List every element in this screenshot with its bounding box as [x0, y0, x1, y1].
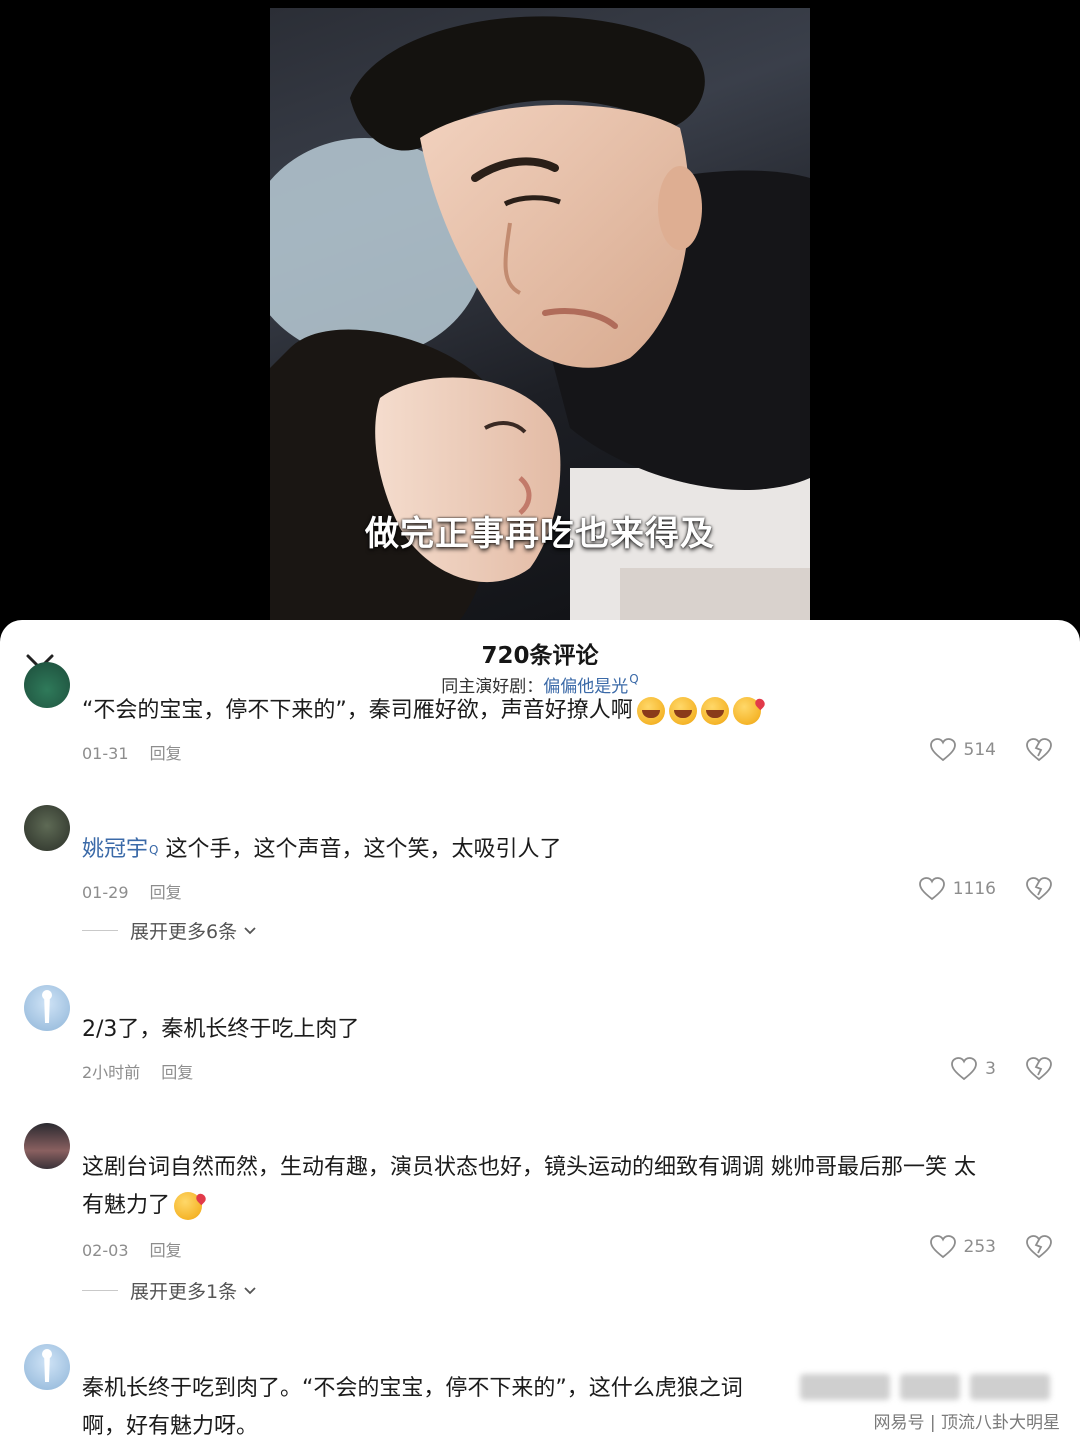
expand-replies-label: 展开更多6条: [130, 921, 238, 943]
cry-laugh-emoji: [700, 697, 729, 725]
like-button[interactable]: 253: [929, 1235, 996, 1259]
like-button[interactable]: 514: [929, 738, 996, 762]
comment-date: 2小时前: [82, 1063, 141, 1082]
heart-icon: [918, 877, 945, 901]
avatar-figure-icon: [42, 990, 52, 1023]
heart-icon: [929, 1235, 956, 1259]
comment-body: 2/3了，秦机长终于吃上肉了: [82, 1017, 360, 1042]
comment-text: 姚冠宇Q 这个手，这个声音，这个笑，太吸引人了: [82, 831, 1057, 869]
like-count: 1116: [952, 879, 996, 899]
comment-text: 这剧台词自然而然，生动有趣，演员状态也好，镜头运动的细致有调调 姚帅哥最后那一笑…: [82, 1149, 1057, 1225]
divider-line: [82, 930, 118, 931]
sheet-header: 720条评论 同主演好剧：偏偏他是光Q: [0, 620, 1080, 700]
blur-block: [800, 1374, 890, 1400]
comment-meta: 01-31 回复: [82, 740, 198, 764]
broken-heart-icon[interactable]: [1026, 738, 1052, 762]
comment-meta: 2小时前 回复: [82, 1059, 209, 1083]
divider-line: [82, 1290, 118, 1291]
avatar[interactable]: [24, 662, 70, 708]
blur-block: [900, 1374, 960, 1400]
chevron-down-icon: [244, 1286, 256, 1294]
kiss-emoji: [174, 1192, 203, 1220]
heart-icon: [929, 738, 956, 762]
avatar-figure-icon: [42, 1349, 52, 1382]
reply-button[interactable]: 回复: [161, 1063, 193, 1082]
expand-replies-button[interactable]: 展开更多6条: [82, 917, 257, 944]
comment-body: 这个手，这个声音，这个笑，太吸引人了: [165, 837, 562, 862]
comment-author[interactable]: 姚冠宇: [82, 837, 148, 862]
video-frame[interactable]: 做完正事再吃也来得及: [270, 8, 810, 620]
kiss-emoji: [732, 697, 761, 725]
broken-heart-icon[interactable]: [1026, 877, 1052, 901]
comment-body-line-2: 有魅力了: [82, 1193, 171, 1218]
comment-date: 02-03: [82, 1241, 129, 1260]
comment-body-line-2: 啊，好有魅力呀。: [82, 1414, 259, 1439]
heart-icon: [951, 1057, 978, 1081]
like-count: 514: [963, 740, 996, 760]
watermark: 网易号 | 顶流八卦大明星: [873, 1413, 1060, 1433]
avatar[interactable]: [24, 1344, 70, 1390]
comment-date: 01-29: [82, 883, 129, 902]
comment-body: “不会的宝宝，停不下来的”，秦司雁好欲，声音好撩人啊: [82, 698, 633, 723]
comment-text: “不会的宝宝，停不下来的”，秦司雁好欲，声音好撩人啊: [82, 692, 1057, 730]
comment-count-title: 720条评论: [481, 643, 599, 669]
search-icon[interactable]: Q: [149, 831, 158, 869]
avatar[interactable]: [24, 985, 70, 1031]
comment-body-line-1: 这剧台词自然而然，生动有趣，演员状态也好，镜头运动的细致有调调 姚帅哥最后那一笑…: [82, 1155, 976, 1180]
reply-button[interactable]: 回复: [150, 744, 182, 763]
comment-body-line-1: 秦机长终于吃到肉了。“不会的宝宝，停不下来的”，这什么虎狼之词: [82, 1376, 743, 1401]
like-count: 253: [963, 1237, 996, 1257]
search-icon[interactable]: Q: [629, 672, 638, 686]
video-subtitle: 做完正事再吃也来得及: [365, 514, 715, 554]
video-area[interactable]: 做完正事再吃也来得及: [0, 0, 1080, 630]
like-count: 3: [985, 1059, 996, 1079]
expand-replies-button[interactable]: 展开更多1条: [82, 1277, 257, 1304]
comment-text: 秦机长终于吃到肉了。“不会的宝宝，停不下来的”，这什么虎狼之词 啊，好有魅力呀。: [82, 1370, 792, 1440]
broken-heart-icon[interactable]: [1026, 1057, 1052, 1081]
comment-meta: 01-29 回复: [82, 879, 198, 903]
cry-laugh-emoji: [636, 697, 665, 725]
avatar[interactable]: [24, 1123, 70, 1169]
comment-meta: 02-03 回复: [82, 1237, 198, 1261]
like-button[interactable]: 3: [951, 1057, 996, 1081]
like-button[interactable]: 1116: [918, 877, 996, 901]
comment-text: 2/3了，秦机长终于吃上肉了: [82, 1011, 1057, 1049]
comment-date: 01-31: [82, 744, 129, 763]
broken-heart-icon[interactable]: [1026, 1235, 1052, 1259]
avatar[interactable]: [24, 805, 70, 851]
cry-laugh-emoji: [668, 697, 697, 725]
reply-button[interactable]: 回复: [150, 883, 182, 902]
blur-block: [970, 1374, 1050, 1400]
expand-replies-label: 展开更多1条: [130, 1281, 238, 1303]
reply-button[interactable]: 回复: [150, 1241, 182, 1260]
chevron-down-icon: [244, 926, 256, 934]
